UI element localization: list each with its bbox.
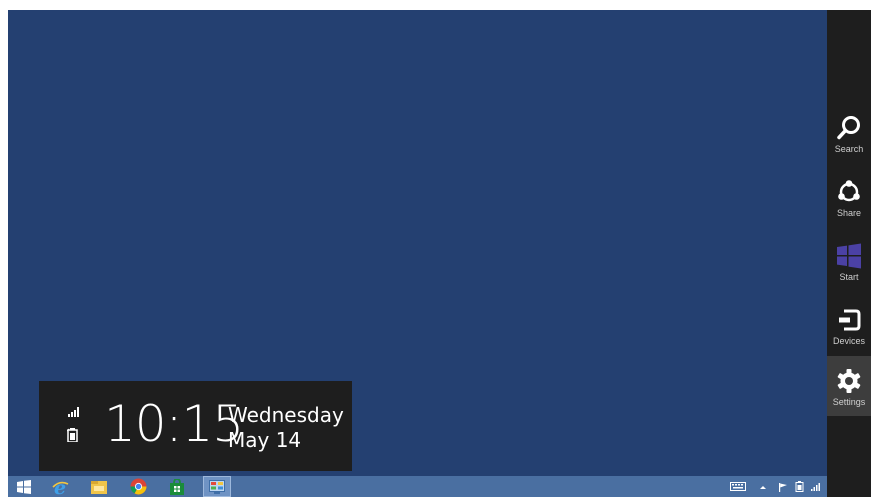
search-icon <box>837 116 860 140</box>
charm-devices[interactable]: Devices <box>827 295 871 355</box>
clock-panel: 10:15 Wednesday May 14 <box>39 381 352 471</box>
clock-time: 10:15 <box>104 395 244 453</box>
charm-share[interactable]: Share <box>827 167 871 227</box>
taskbar-internet-explorer[interactable]: e <box>46 476 74 497</box>
taskbar-store[interactable] <box>163 476 191 497</box>
clock-weekday: Wednesday <box>228 403 344 427</box>
svg-text:e: e <box>54 478 66 496</box>
charm-label-search: Search <box>834 144 864 154</box>
action-center-flag-icon[interactable] <box>778 482 788 492</box>
taskbar-control-panel[interactable] <box>203 476 231 497</box>
charm-start[interactable]: Start <box>827 231 871 291</box>
show-hidden-icons-arrow[interactable] <box>759 483 767 491</box>
gear-icon <box>837 369 861 393</box>
charm-label-share: Share <box>836 208 862 218</box>
charm-search[interactable]: Search <box>827 103 871 163</box>
battery-charging-icon <box>67 428 78 442</box>
windows-logo-icon <box>17 479 31 494</box>
clock-date: May 14 <box>228 428 302 452</box>
clock-status-icons <box>65 407 81 442</box>
file-explorer-icon <box>91 480 107 494</box>
charm-label-start: Start <box>839 272 859 282</box>
charm-label-settings: Settings <box>832 397 866 407</box>
windows-logo-icon <box>837 243 861 269</box>
start-button[interactable] <box>10 476 38 497</box>
charms-bar: Search Share Start Devices Settings <box>827 10 871 497</box>
network-signal-icon <box>68 407 79 417</box>
taskbar-chrome[interactable] <box>124 476 152 497</box>
charm-settings[interactable]: Settings <box>827 356 871 416</box>
share-icon <box>838 180 860 202</box>
keyboard-icon[interactable] <box>730 482 746 491</box>
control-panel-icon <box>209 479 225 494</box>
internet-explorer-icon: e <box>52 478 69 496</box>
system-tray <box>730 476 821 497</box>
network-signal-icon[interactable] <box>811 482 821 491</box>
chrome-icon <box>130 478 146 495</box>
taskbar-file-explorer[interactable] <box>85 476 113 497</box>
battery-icon[interactable] <box>795 481 804 492</box>
taskbar: e <box>8 476 827 497</box>
devices-icon <box>839 309 861 331</box>
store-icon <box>170 478 184 495</box>
charm-label-devices: Devices <box>832 336 865 346</box>
